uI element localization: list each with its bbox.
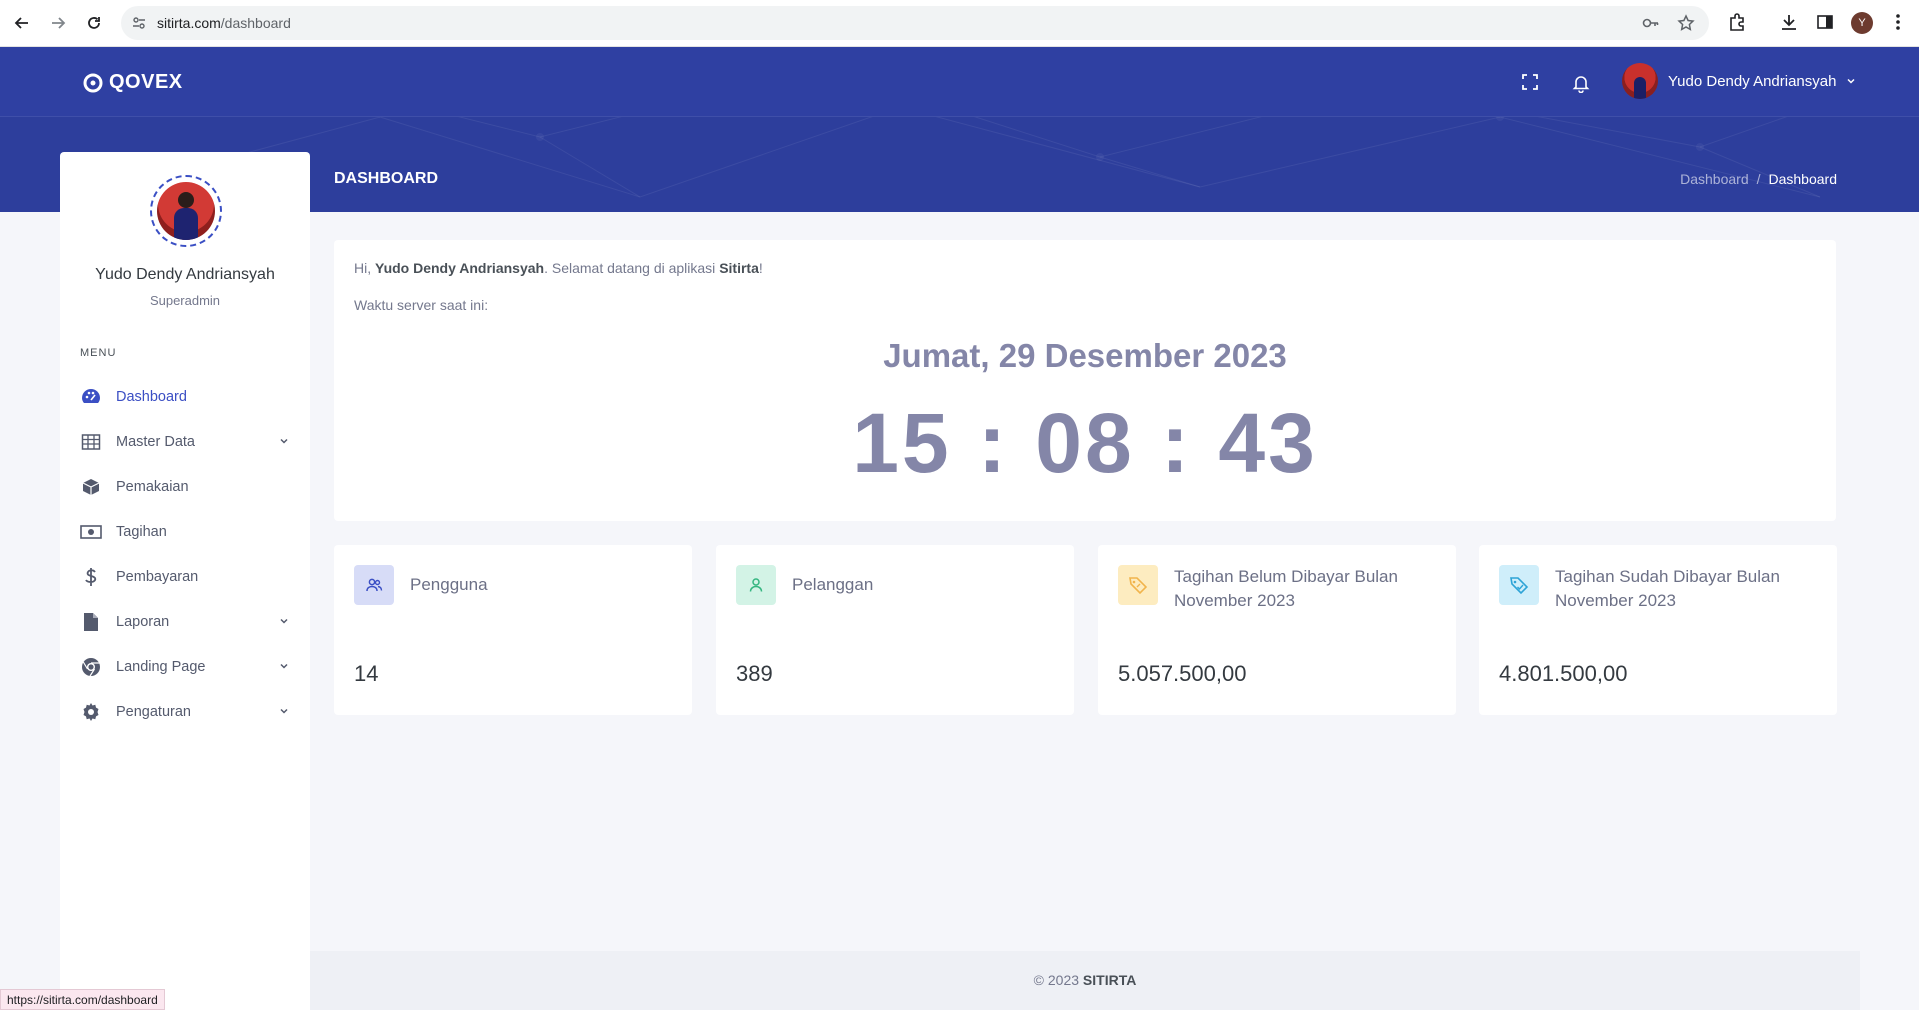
browser-chrome: sitirta.com/dashboard Y [0, 0, 1919, 47]
greeting-text: Hi, Yudo Dendy Andriansyah. Selamat data… [354, 260, 763, 276]
stat-card-pelanggan: Pelanggan 389 [716, 545, 1074, 715]
gear-icon [80, 701, 102, 723]
side-panel-icon[interactable] [1815, 12, 1835, 37]
server-clock: 15 : 08 : 43 [852, 396, 1318, 490]
sidebar-item-label: Pengaturan [116, 704, 191, 720]
sidebar: Yudo Dendy Andriansyah Superadmin MENU D… [60, 152, 310, 1010]
sidebar-item-label: Laporan [116, 614, 170, 630]
table-icon [80, 431, 102, 453]
bell-icon[interactable] [1571, 73, 1591, 98]
sidebar-item-master-data[interactable]: Master Data [80, 427, 290, 457]
sidebar-item-laporan[interactable]: Laporan [80, 607, 290, 637]
page-title: DASHBOARD [334, 170, 438, 187]
stat-value: 389 [736, 661, 773, 686]
sidebar-user-role: Superadmin [149, 293, 221, 308]
address-bar[interactable]: sitirta.com/dashboard [121, 6, 1709, 40]
forward-arrow-icon[interactable] [47, 12, 69, 34]
greeting-app-name: Sitirta [719, 260, 759, 276]
welcome-card: Hi, Yudo Dendy Andriansyah. Selamat data… [334, 240, 1836, 521]
sidebar-item-label: Master Data [116, 434, 195, 450]
bookmark-star-icon[interactable] [1677, 14, 1695, 37]
avatar [1622, 63, 1658, 99]
user-icon [736, 565, 776, 605]
greeting-user-name: Yudo Dendy Andriansyah [375, 260, 545, 276]
stat-label: Pengguna [410, 575, 488, 594]
chevron-down-icon [280, 438, 288, 444]
stat-value: 5.057.500,00 [1118, 661, 1247, 686]
sidebar-item-pemakaian[interactable]: Pemakaian [80, 472, 290, 502]
reload-icon[interactable] [83, 12, 105, 34]
stat-label: Tagihan Belum Dibayar Bulan November 202… [1174, 567, 1398, 610]
sidebar-item-landing-page[interactable]: Landing Page [80, 652, 290, 682]
sidebar-item-pengaturan[interactable]: Pengaturan [80, 697, 290, 727]
header-user-name: Yudo Dendy Andriansyah [1668, 72, 1837, 90]
chevron-down-icon [1847, 78, 1855, 84]
stat-value: 4.801.500,00 [1499, 661, 1628, 686]
footer: © 2023 SITIRTA [310, 951, 1860, 1010]
logo-text: QOVEX [109, 71, 183, 93]
sidebar-item-tagihan[interactable]: Tagihan [80, 517, 290, 547]
sidebar-item-label: Landing Page [116, 659, 206, 675]
extensions-icon[interactable] [1727, 12, 1747, 37]
key-icon[interactable] [1642, 14, 1660, 37]
server-time-label: Waktu server saat ini: [354, 297, 489, 313]
users-icon [354, 565, 394, 605]
palette-icon [80, 386, 102, 408]
dollar-icon [80, 566, 102, 588]
sidebar-item-dashboard[interactable]: Dashboard [80, 382, 290, 412]
fullscreen-icon[interactable] [1521, 73, 1539, 96]
server-date: Jumat, 29 Desember 2023 [883, 337, 1287, 374]
stat-label: Pelanggan [792, 575, 874, 594]
stat-card-tagihan-belum-dibayar: Tagihan Belum Dibayar Bulan November 202… [1098, 545, 1456, 715]
stat-card-pengguna: Pengguna 14 [334, 545, 692, 715]
stat-value: 14 [354, 661, 379, 686]
breadcrumb: Dashboard / Dashboard [1680, 171, 1837, 187]
sidebar-item-label: Pemakaian [116, 479, 189, 495]
stat-label: Tagihan Sudah Dibayar Bulan November 202… [1555, 567, 1780, 610]
sidebar-item-pembayaran[interactable]: Pembayaran [80, 562, 290, 592]
breadcrumb-link-dashboard[interactable]: Dashboard [1680, 171, 1749, 187]
profile-avatar[interactable]: Y [1851, 12, 1873, 34]
chrome-icon [80, 656, 102, 678]
download-icon[interactable] [1779, 12, 1799, 37]
user-menu[interactable]: Yudo Dendy Andriansyah [1622, 63, 1856, 99]
sidebar-item-label: Dashboard [116, 389, 187, 405]
tag-icon [1499, 565, 1539, 605]
sidebar-item-label: Tagihan [116, 524, 167, 540]
footer-brand: SITIRTA [1082, 972, 1137, 988]
money-bill-icon [80, 521, 102, 543]
app-logo[interactable]: QOVEX [83, 71, 183, 94]
chevron-down-icon [280, 708, 288, 714]
qovex-logo-icon [83, 73, 103, 92]
chevron-down-icon [280, 618, 288, 624]
url-text: sitirta.com/dashboard [157, 15, 291, 31]
sidebar-user-name: Yudo Dendy Andriansyah [95, 266, 275, 283]
file-icon [80, 611, 102, 633]
stat-card-tagihan-sudah-dibayar: Tagihan Sudah Dibayar Bulan November 202… [1479, 545, 1837, 715]
breadcrumb-current: Dashboard [1768, 171, 1838, 187]
kebab-menu-icon[interactable] [1888, 12, 1908, 37]
breadcrumb-separator: / [1756, 171, 1761, 187]
sidebar-item-label: Pembayaran [116, 569, 199, 585]
cube-icon [80, 476, 102, 498]
site-settings-icon[interactable] [131, 15, 147, 36]
profile-avatar-large [150, 175, 222, 247]
status-bar-url: https://sitirta.com/dashboard [0, 989, 165, 1010]
menu-title: MENU [80, 347, 117, 359]
tag-icon [1118, 565, 1158, 605]
back-arrow-icon[interactable] [11, 12, 33, 34]
footer-copyright: © 2023 SITIRTA [1033, 972, 1137, 988]
chevron-down-icon [280, 663, 288, 669]
